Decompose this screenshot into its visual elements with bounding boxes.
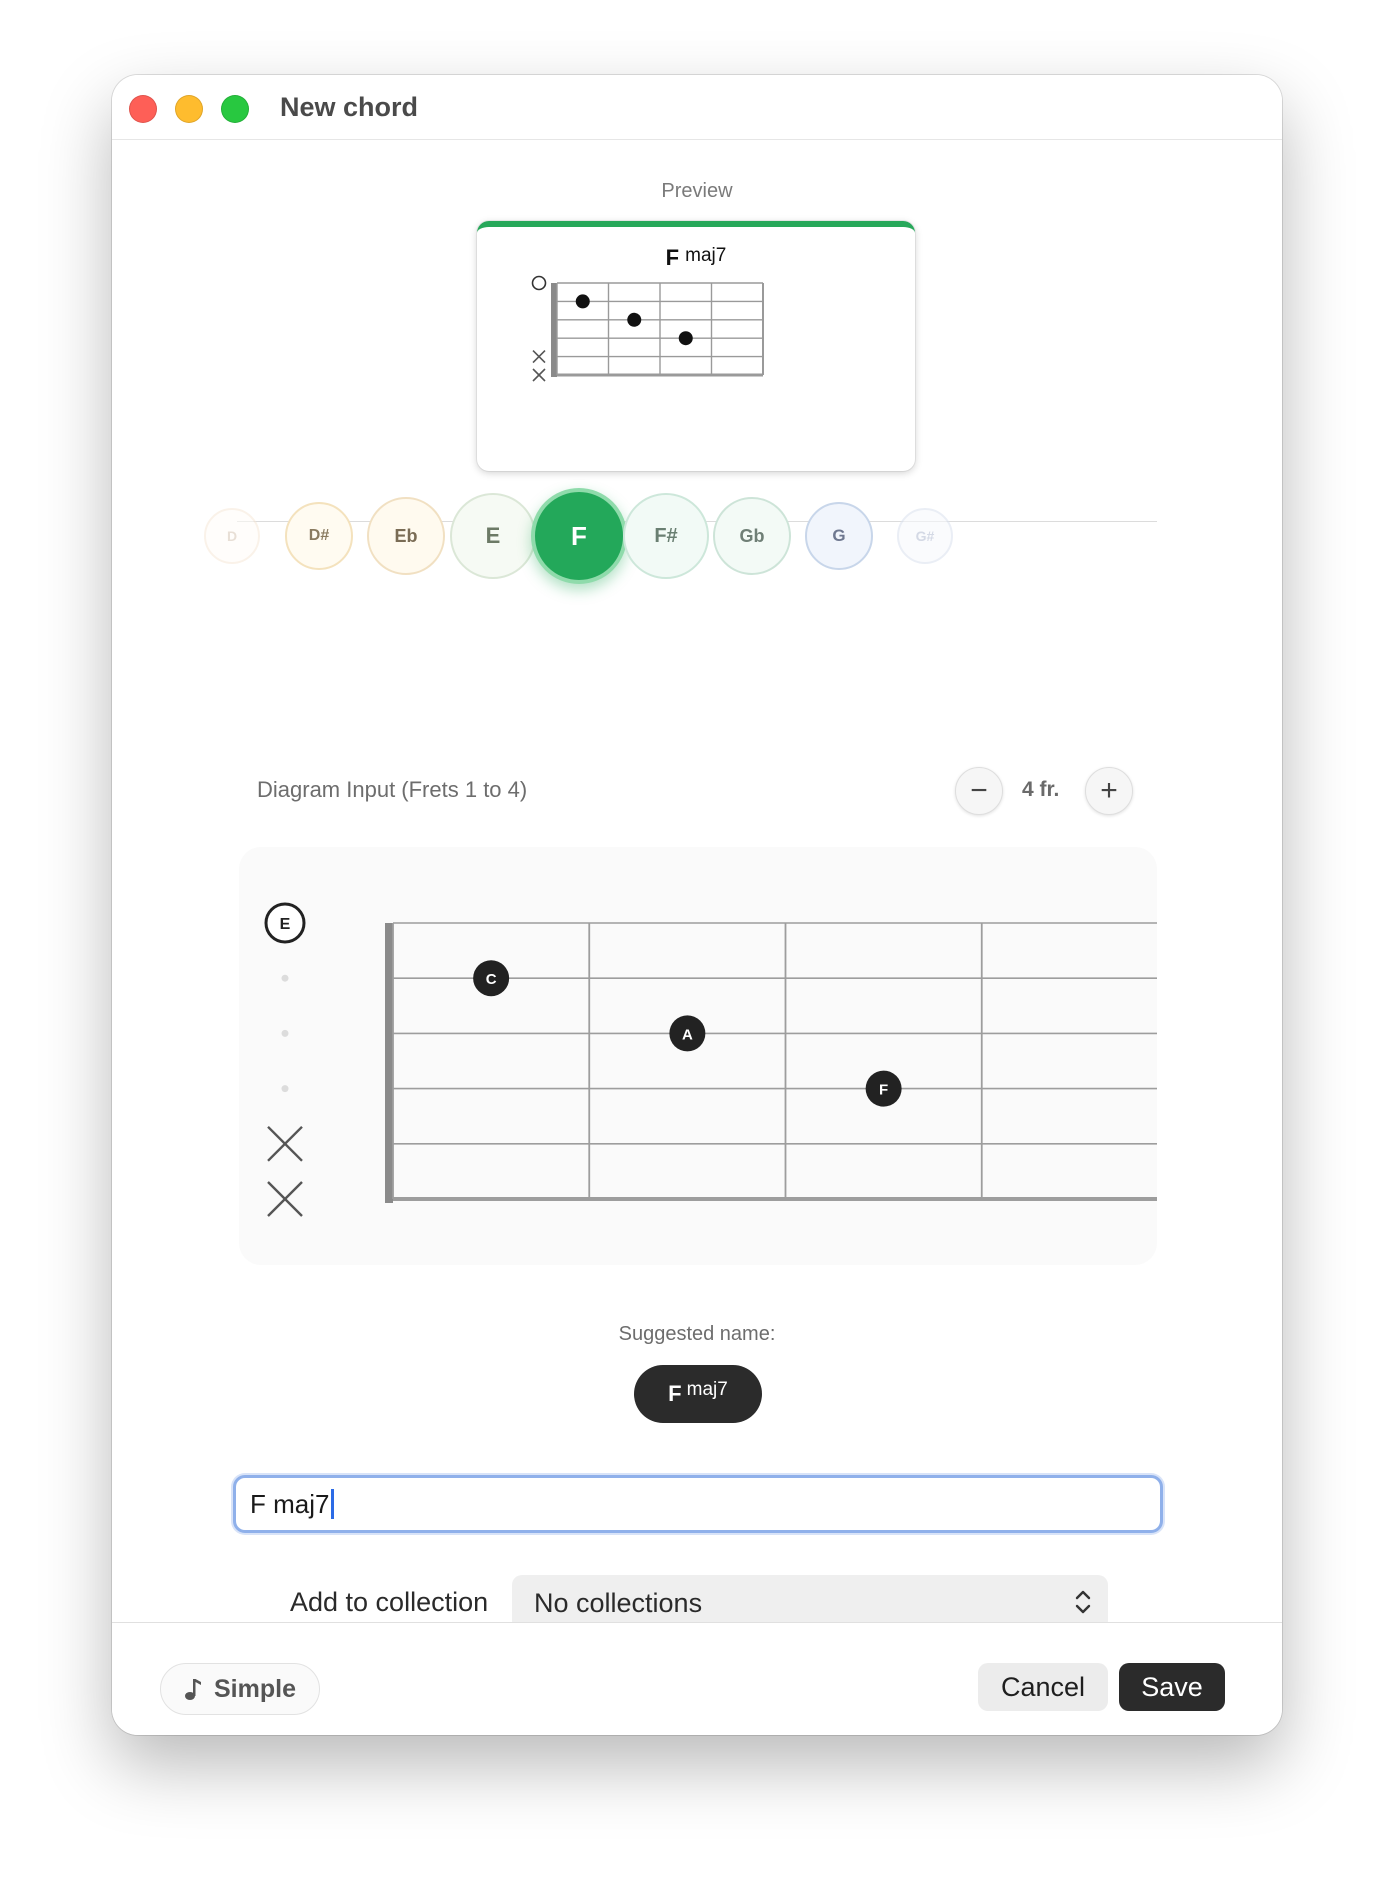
suggested-name-button[interactable]: Fmaj7 bbox=[634, 1365, 762, 1423]
title-bar: New chord bbox=[112, 75, 1282, 140]
suggested-name-label: Suggested name: bbox=[618, 1323, 776, 1345]
preview-finger-dot bbox=[627, 312, 642, 327]
key-chip-gb[interactable]: Gb bbox=[713, 497, 791, 575]
string-state-dot bbox=[281, 974, 289, 982]
save-button[interactable]: Save bbox=[1119, 1663, 1225, 1711]
simple-mode-label: Simple bbox=[214, 1674, 296, 1703]
preview-label: Preview bbox=[661, 180, 733, 202]
nut bbox=[385, 923, 393, 1203]
key-chip-g[interactable]: G bbox=[805, 502, 873, 570]
text-caret bbox=[331, 1489, 335, 1519]
muted-string-marker bbox=[267, 1181, 303, 1217]
fretboard-input[interactable]: E C A F bbox=[239, 847, 1157, 1265]
preview-open-string-marker bbox=[531, 275, 547, 291]
open-string-label: E bbox=[280, 916, 291, 933]
open-string-marker: E bbox=[264, 902, 306, 944]
finger-dot: A bbox=[669, 1015, 706, 1052]
chord-preview-card: Fmaj7 bbox=[477, 221, 915, 471]
finger-dot: F bbox=[865, 1070, 902, 1107]
music-note-icon bbox=[185, 1679, 201, 1700]
minus-icon: − bbox=[970, 774, 988, 807]
decrease-fret-button[interactable]: − bbox=[955, 767, 1003, 815]
chord-name-value: F maj7 bbox=[250, 1488, 330, 1519]
diagram-input-label: Diagram Input (Frets 1 to 4) bbox=[257, 777, 528, 802]
finger-note-label: C bbox=[486, 971, 497, 988]
key-chip-eb[interactable]: Eb bbox=[367, 497, 445, 575]
preview-nut bbox=[551, 283, 557, 377]
preview-finger-dot bbox=[575, 294, 590, 309]
key-chip-e[interactable]: E bbox=[450, 493, 536, 579]
diagram-input-panel: E C A F bbox=[239, 847, 1157, 1265]
chevron-up-down-icon bbox=[1075, 1590, 1091, 1614]
collection-select-value: No collections bbox=[534, 1587, 703, 1618]
chord-name-input[interactable]: F maj7 bbox=[233, 1475, 1163, 1533]
finger-note-label: F bbox=[879, 1082, 888, 1099]
cancel-button[interactable]: Cancel bbox=[978, 1663, 1108, 1711]
finger-dot: C bbox=[473, 960, 510, 997]
preview-muted-string-marker bbox=[532, 368, 546, 382]
preview-finger-dot bbox=[678, 331, 693, 346]
key-chip-f[interactable]: F bbox=[531, 488, 627, 584]
muted-string-marker bbox=[267, 1125, 303, 1162]
plus-icon: + bbox=[1100, 774, 1118, 807]
minimize-window-button[interactable] bbox=[175, 95, 203, 123]
suggested-chord-quality: maj7 bbox=[686, 1379, 728, 1400]
preview-chord-diagram bbox=[531, 275, 764, 382]
key-chip-d[interactable]: D bbox=[204, 508, 260, 564]
increase-fret-button[interactable]: + bbox=[1085, 767, 1133, 815]
fret-count: 4 fr. bbox=[1022, 778, 1060, 801]
key-chip-f-sharp[interactable]: F# bbox=[623, 493, 709, 579]
add-to-collection-label: Add to collection bbox=[290, 1587, 489, 1617]
close-window-button[interactable] bbox=[129, 95, 157, 123]
string-state-dot bbox=[281, 1085, 289, 1093]
preview-muted-string-marker bbox=[532, 350, 546, 364]
footer-bar: Simple Cancel Save bbox=[112, 1622, 1282, 1735]
string-state-dot bbox=[281, 1029, 289, 1037]
new-chord-window: New chord Preview Fmaj7 D D# Eb E F F# Gb G G# D… bbox=[112, 75, 1282, 1735]
simple-mode-button[interactable]: Simple bbox=[160, 1663, 320, 1715]
key-chip-d-sharp[interactable]: D# bbox=[285, 502, 353, 570]
suggested-chord-root: F bbox=[668, 1381, 682, 1406]
finger-note-label: A bbox=[682, 1026, 693, 1043]
zoom-window-button[interactable] bbox=[221, 95, 249, 123]
key-chip-g-sharp[interactable]: G# bbox=[897, 508, 953, 564]
window-title: New chord bbox=[280, 92, 419, 122]
